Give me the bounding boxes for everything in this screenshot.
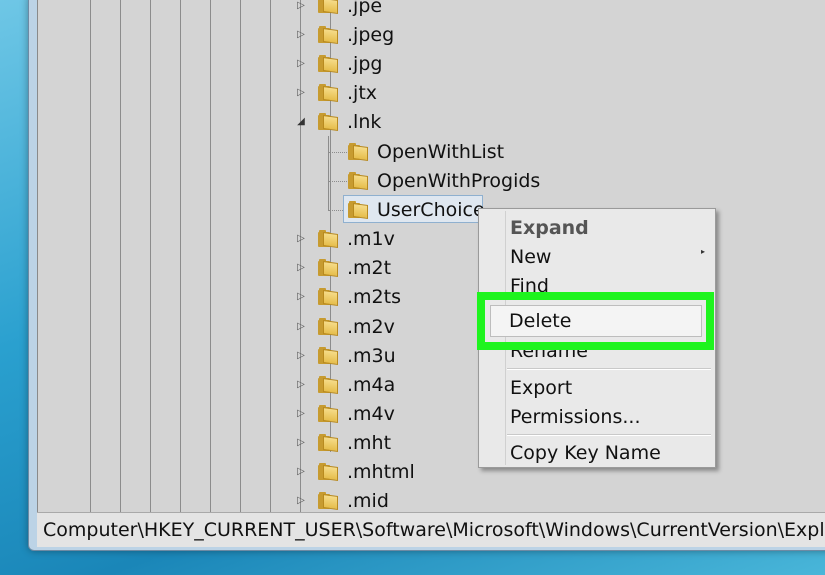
tree-node-label[interactable]: .mid [347,489,389,513]
tree-node-label[interactable]: .jpg [347,52,382,76]
tree-node-label[interactable]: UserChoice [377,198,485,222]
folder-icon [318,405,338,424]
expand-arrow-icon[interactable]: ▷ [296,321,306,332]
tree-guide-line [210,0,211,512]
folder-icon [318,55,338,74]
tree-node-label[interactable]: .mht [347,431,391,455]
folder-open-icon [318,113,338,132]
menu-item-export[interactable]: Export [510,376,572,400]
tree-node-label[interactable]: .m2t [347,256,391,280]
folder-icon [318,376,338,395]
expand-arrow-icon[interactable]: ▷ [296,87,306,98]
tree-node-label[interactable]: OpenWithList [377,140,504,164]
folder-icon [318,463,338,482]
expand-arrow-icon[interactable]: ▷ [296,350,306,361]
tree-guide-line [328,136,329,211]
tree-node-label[interactable]: .m4a [347,373,395,397]
menu-item-permissions[interactable]: Permissions... [510,405,641,429]
expand-arrow-icon[interactable]: ▷ [296,466,306,477]
tree-node-label[interactable]: .jtx [347,81,377,105]
tree-node-label[interactable]: .jpeg [347,23,394,47]
tree-guide-line [240,0,241,512]
tree-node-label[interactable]: .jpe [347,0,382,18]
tree-node-label[interactable]: .mhtml [347,460,415,484]
tree-guide-line [90,0,91,512]
folder-icon [318,288,338,307]
folder-icon [318,347,338,366]
folder-icon [318,318,338,337]
expand-arrow-icon[interactable]: ▷ [296,379,306,390]
menu-item-new[interactable]: New [510,245,551,269]
tree-node-label[interactable]: OpenWithProgids [377,169,540,193]
tree-node-label[interactable]: .m2ts [347,285,401,309]
tree-guide-line [300,0,301,512]
expand-arrow-icon[interactable]: ▷ [296,0,306,11]
folder-icon [318,0,338,15]
tree-connector [329,152,347,153]
folder-icon [318,26,338,45]
tree-node-label[interactable]: .m1v [347,227,395,251]
tree-guide-line [120,0,121,512]
menu-separator [507,368,711,370]
tree-node-label[interactable]: .lnk [347,110,381,134]
tree-guide-line [150,0,151,512]
status-path: Computer\HKEY_CURRENT_USER\Software\Micr… [43,519,825,541]
tree-node-label[interactable]: .m2v [347,315,395,339]
folder-icon [348,201,368,220]
callout-highlight-box [477,292,714,350]
expand-arrow-icon[interactable]: ▷ [296,495,306,506]
tree-node-label[interactable]: .m3u [347,344,396,368]
folder-icon [318,230,338,249]
folder-icon [318,259,338,278]
folder-icon [348,172,368,191]
tree-guide-line [180,0,181,512]
submenu-arrow-icon: ▸ [700,247,705,256]
expand-arrow-icon[interactable]: ▷ [296,291,306,302]
menu-item-copy-key-name[interactable]: Copy Key Name [510,441,661,465]
expand-arrow-icon[interactable]: ▷ [296,29,306,40]
expand-arrow-icon[interactable]: ▷ [296,233,306,244]
tree-connector [329,181,347,182]
folder-icon [348,143,368,162]
menu-separator [507,434,711,436]
collapse-arrow-icon[interactable]: ◢ [296,116,306,127]
tree-guide-line [270,0,271,512]
tree-connector [329,210,343,211]
folder-icon [318,84,338,103]
tree-node-label[interactable]: .m4v [347,402,395,426]
menu-item-expand[interactable]: Expand [510,216,589,240]
folder-icon [318,434,338,453]
folder-icon [318,492,338,511]
expand-arrow-icon[interactable]: ▷ [296,437,306,448]
expand-arrow-icon[interactable]: ▷ [296,58,306,69]
expand-arrow-icon[interactable]: ▷ [296,262,306,273]
status-bar: Computer\HKEY_CURRENT_USER\Software\Micr… [37,512,825,547]
expand-arrow-icon[interactable]: ▷ [296,408,306,419]
